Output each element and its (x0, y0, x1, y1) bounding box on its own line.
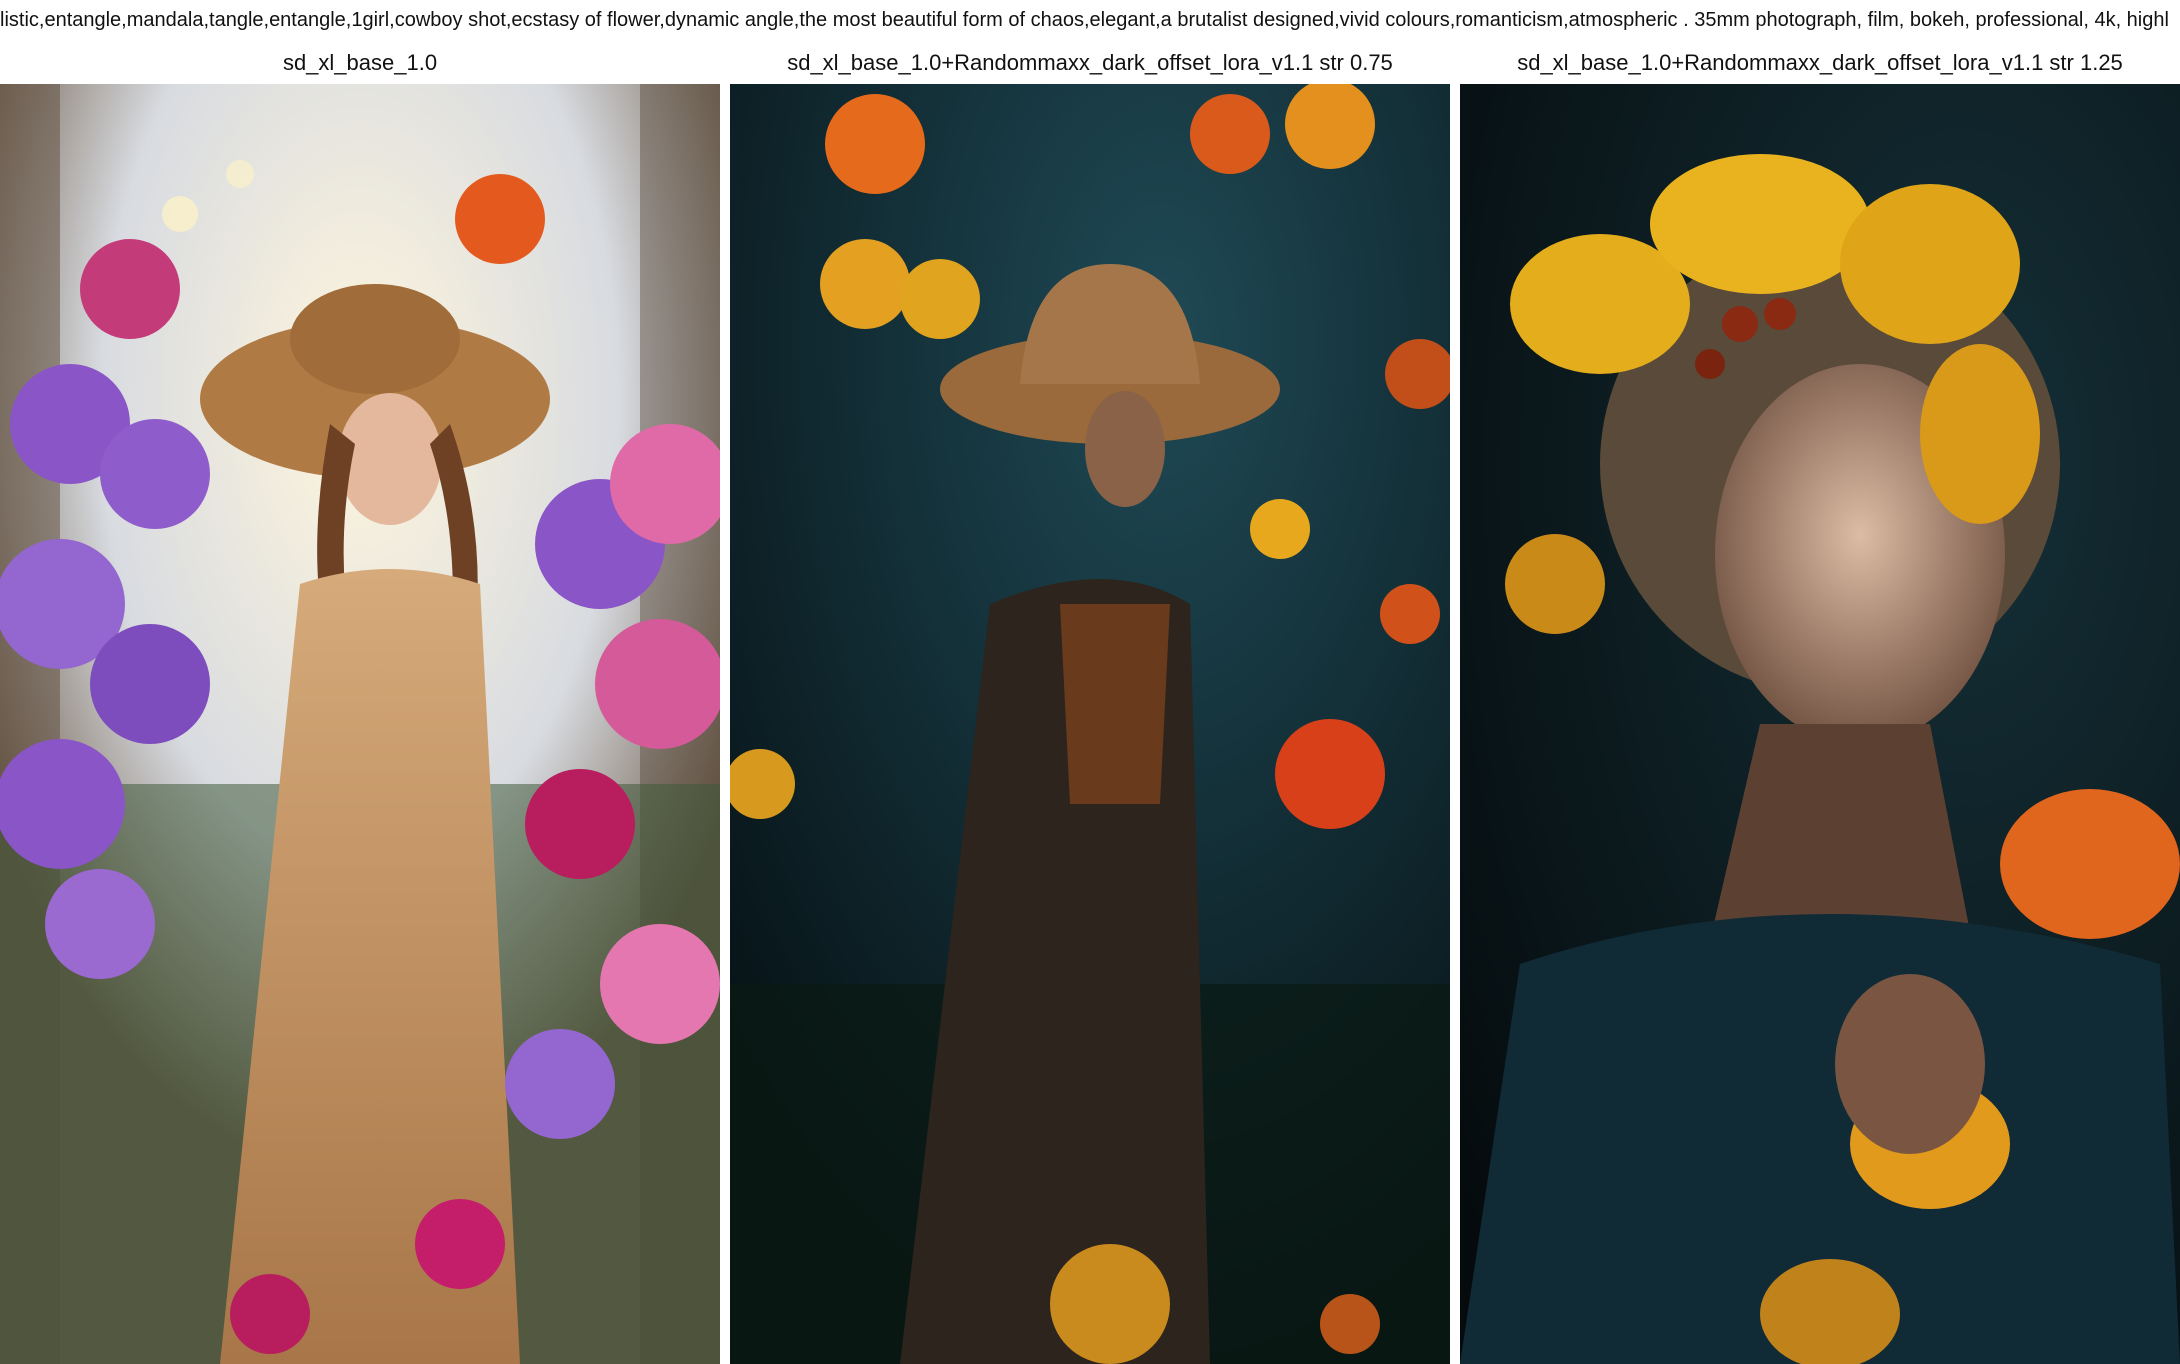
image-panel-lora-075 (730, 84, 1450, 1364)
column-title-2: sd_xl_base_1.0+Randommaxx_dark_offset_lo… (787, 50, 1393, 75)
image-panel-lora-125 (1460, 84, 2180, 1364)
generated-image-base (0, 84, 720, 1364)
image-panel-base (0, 84, 720, 1364)
generated-image-lora-075 (730, 84, 1450, 1364)
column-title-1: sd_xl_base_1.0 (282, 50, 438, 75)
column-title-3: sd_xl_base_1.0+Randommaxx_dark_offset_lo… (1517, 50, 2123, 75)
generated-image-lora-125 (1460, 84, 2180, 1364)
prompt-caption: listic,entangle,mandala,tangle,entangle,… (0, 9, 2169, 31)
